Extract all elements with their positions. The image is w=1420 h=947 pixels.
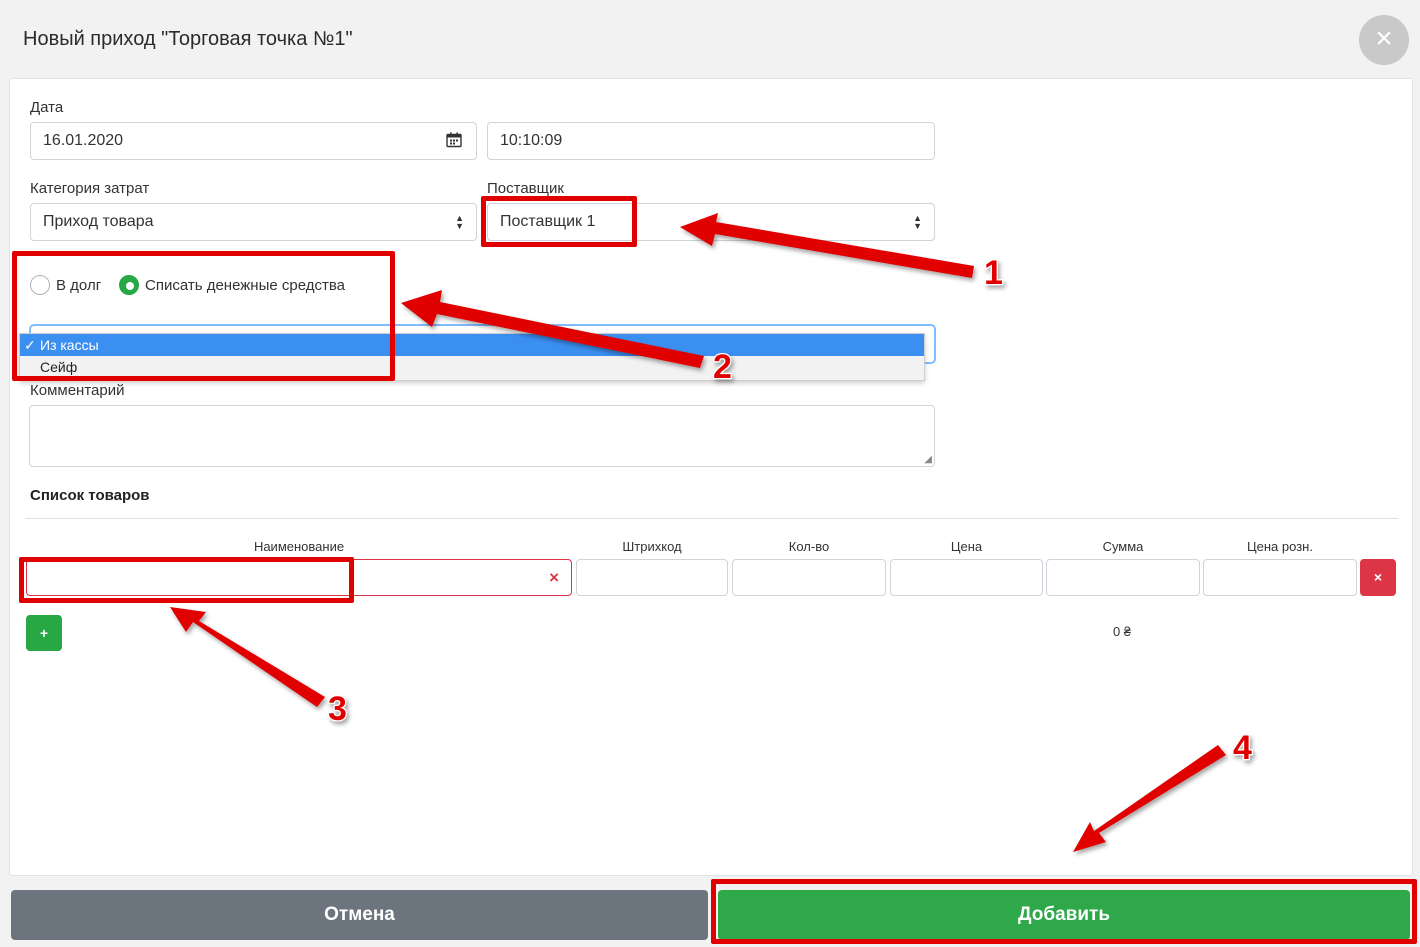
category-value: Приход товара: [43, 213, 154, 230]
column-header-price: Цена: [950, 539, 983, 554]
time-value: 10:10:09: [500, 132, 563, 149]
total-sum: 0 ₴: [1112, 624, 1132, 639]
column-header-retail-price: Цена розн.: [1247, 539, 1313, 554]
comment-label: Комментарий: [30, 382, 125, 399]
column-header-qty: Кол-во: [788, 539, 830, 554]
time-input[interactable]: 10:10:09: [487, 122, 935, 160]
column-header-sum: Сумма: [1102, 539, 1144, 554]
price-input[interactable]: [890, 559, 1043, 596]
delete-row-button[interactable]: ×: [1360, 559, 1396, 596]
clear-icon[interactable]: ×: [549, 568, 559, 588]
cancel-label: Отмена: [324, 904, 395, 925]
form-panel: [9, 78, 1413, 876]
divider: [25, 518, 1398, 519]
cancel-button[interactable]: Отмена: [11, 890, 708, 940]
barcode-input[interactable]: [576, 559, 728, 596]
highlight-box-add-button: [711, 879, 1417, 944]
date-input[interactable]: 16.01.2020: [30, 122, 477, 160]
comment-textarea[interactable]: ◢: [29, 405, 935, 467]
column-header-barcode: Штрихкод: [622, 539, 682, 554]
category-select[interactable]: Приход товара ▲ ▼: [30, 203, 477, 241]
resize-grip-icon[interactable]: ◢: [924, 454, 932, 465]
highlight-box-supplier: [481, 196, 637, 247]
supplier-label: Поставщик: [487, 180, 564, 197]
add-row-button[interactable]: +: [26, 615, 62, 651]
select-arrows-icon: ▲ ▼: [455, 213, 464, 231]
close-icon[interactable]: ×: [1359, 15, 1409, 65]
select-arrows-icon: ▲ ▼: [913, 213, 922, 231]
date-value: 16.01.2020: [43, 132, 124, 149]
category-label: Категория затрат: [30, 180, 150, 197]
modal-title: Новый приход "Торговая точка №1": [23, 28, 353, 50]
sum-input[interactable]: [1046, 559, 1200, 596]
products-section-title: Список товаров: [30, 487, 150, 504]
quantity-input[interactable]: [732, 559, 886, 596]
column-header-name: Наименование: [253, 539, 345, 554]
highlight-box-payment: [12, 251, 395, 381]
calendar-icon[interactable]: [446, 132, 462, 151]
highlight-box-product-name: [19, 557, 354, 603]
retail-price-input[interactable]: [1203, 559, 1357, 596]
date-label: Дата: [30, 99, 64, 116]
